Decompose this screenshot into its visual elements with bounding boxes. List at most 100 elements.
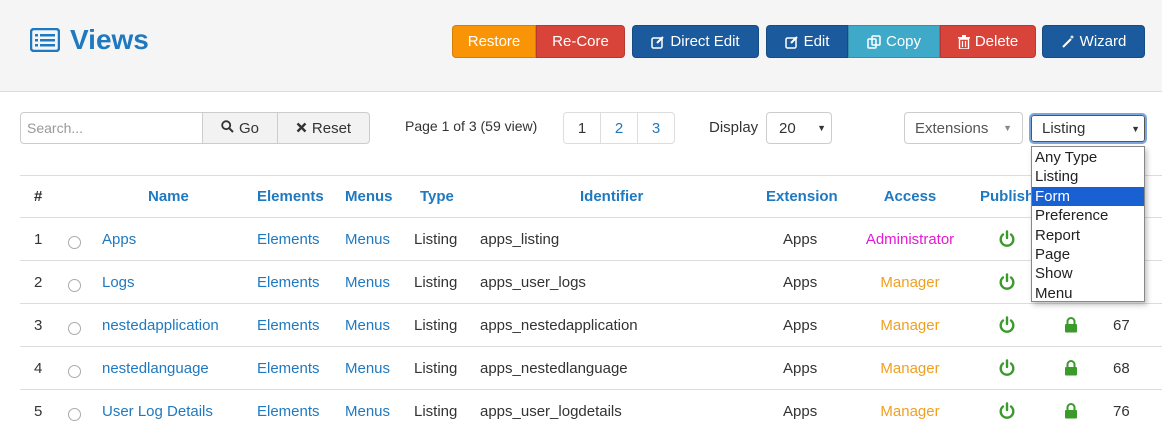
row-name-link[interactable]: User Log Details [102,390,213,432]
row-access: Manager [880,359,940,377]
type-value: Listing [1042,120,1086,137]
type-option[interactable]: Form [1032,186,1144,207]
row-type: Listing [414,273,458,291]
wizard-label: Wizard [1079,33,1127,50]
row-name-link[interactable]: nestedapplication [102,304,219,346]
page-title: Views [70,24,149,55]
row-name-link[interactable]: Apps [102,218,136,260]
close-icon [296,120,307,137]
type-dropdown-list: Any Type Listing Form Preference Report Page S… [1031,146,1145,302]
lock-icon [1064,347,1078,389]
row-access: Manager [880,273,940,291]
wizard-button[interactable]: Wizard [1042,25,1145,58]
row-id: 67 [1113,316,1130,334]
row-menus-link[interactable]: Menus [345,347,390,389]
extensions-select[interactable]: Extensions ▼ [904,112,1023,144]
edit-button[interactable]: Edit [766,25,848,58]
go-button[interactable]: Go [202,112,278,144]
row-number: 2 [34,273,43,291]
list-icon [30,28,60,52]
direct-edit-label: Direct Edit [670,33,740,50]
row-extension: Apps [783,273,818,291]
recore-button[interactable]: Re-Core [536,25,625,58]
restore-label: Restore [467,33,521,50]
type-option[interactable]: Preference [1032,206,1144,225]
type-option[interactable]: Report [1032,226,1144,245]
row-menus-link[interactable]: Menus [345,304,390,346]
type-option[interactable]: Show [1032,264,1144,283]
power-icon[interactable] [998,218,1016,260]
row-extension: Apps [783,316,818,334]
row-id: 68 [1113,359,1130,377]
row-number: 5 [34,402,43,420]
direct-edit-button[interactable]: Direct Edit [632,25,759,58]
chevron-down-icon: ▼ [817,123,826,133]
copy-label: Copy [885,33,922,50]
row-select-radio[interactable] [68,218,81,260]
display-label: Display [709,119,759,136]
header-elements[interactable]: Elements [257,176,324,217]
row-access: Manager [880,402,940,420]
row-extension: Apps [783,402,818,420]
display-value: 20 [779,119,796,137]
header-menus[interactable]: Menus [345,176,393,217]
row-elements-link[interactable]: Elements [257,261,320,303]
row-elements-link[interactable]: Elements [257,390,320,432]
type-option[interactable]: Any Type [1032,148,1144,167]
row-type: Listing [414,230,458,248]
edit-icon [651,35,665,49]
row-elements-link[interactable]: Elements [257,304,320,346]
row-select-radio[interactable] [68,304,81,346]
restore-button[interactable]: Restore [452,25,536,58]
row-identifier: apps_nestedlanguage [480,359,628,377]
display-select[interactable]: 20 ▼ [766,112,832,144]
row-extension: Apps [783,230,818,248]
row-name-link[interactable]: nestedlanguage [102,347,209,389]
trash-icon [957,34,970,49]
table-row: 2 Logs Elements Menus Listing apps_user_logs A… [20,260,1162,303]
row-number: 4 [34,359,43,377]
search-icon [221,119,234,137]
table-row: 1 Apps Elements Menus Listing apps_listing App… [20,217,1162,260]
row-identifier: apps_user_logdetails [480,402,622,420]
page-2-link[interactable]: 2 [600,112,638,144]
power-icon[interactable] [998,390,1016,432]
type-option[interactable]: Listing [1032,167,1144,186]
header-access[interactable]: Access [862,176,958,217]
power-icon[interactable] [998,347,1016,389]
type-option[interactable]: Page [1032,245,1144,264]
reset-button[interactable]: Reset [277,112,370,144]
page-3-link[interactable]: 3 [637,112,675,144]
table-row: 5 User Log Details Elements Menus Listing app… [20,389,1162,432]
search-input[interactable] [20,112,203,144]
header-identifier[interactable]: Identifier [580,176,643,217]
row-elements-link[interactable]: Elements [257,218,320,260]
table-header: # Name Elements Menus Type Identifier Ex… [20,175,1162,217]
row-menus-link[interactable]: Menus [345,218,390,260]
header-extension[interactable]: Extension [766,176,838,217]
page-1-link[interactable]: 1 [563,112,601,144]
power-icon[interactable] [998,304,1016,346]
row-menus-link[interactable]: Menus [345,261,390,303]
row-select-radio[interactable] [68,347,81,389]
row-identifier: apps_user_logs [480,273,586,291]
go-label: Go [238,119,259,137]
row-elements-link[interactable]: Elements [257,347,320,389]
type-option[interactable]: Menu [1032,284,1144,303]
type-select[interactable]: Listing ▼ [1029,113,1147,144]
row-number: 3 [34,316,43,334]
reset-label: Reset [311,119,352,137]
row-name-link[interactable]: Logs [102,261,135,303]
delete-label: Delete [974,33,1019,50]
copy-button[interactable]: Copy [848,25,940,58]
row-select-radio[interactable] [68,261,81,303]
row-menus-link[interactable]: Menus [345,390,390,432]
header-name[interactable]: Name [148,176,189,217]
row-select-radio[interactable] [68,390,81,432]
power-icon[interactable] [998,261,1016,303]
header-type[interactable]: Type [420,176,454,217]
row-type: Listing [414,402,458,420]
header-num: # [34,188,43,205]
delete-button[interactable]: Delete [940,25,1036,58]
page-header: Views Restore Re-Core Direct Edit Edit C… [0,0,1162,92]
